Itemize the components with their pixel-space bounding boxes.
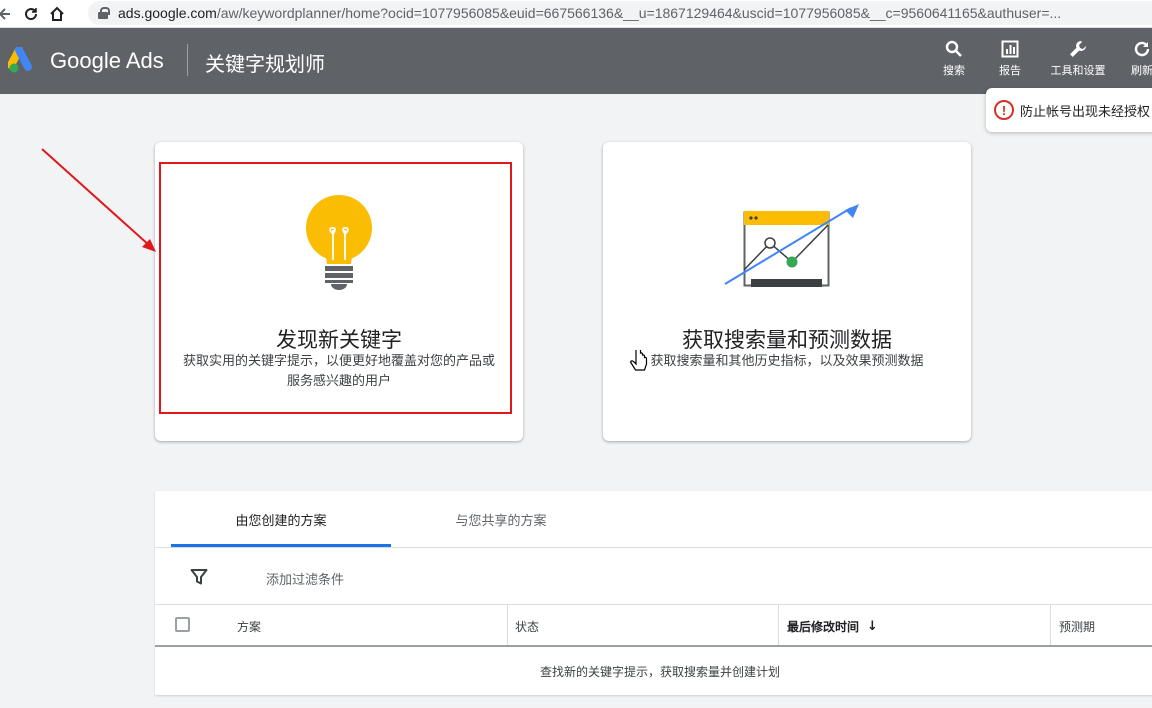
app-header: Google Ads 关键字规划师 搜索 报告 工具和设置 刷新: [0, 28, 1152, 94]
header-refresh-label: 刷新: [1131, 64, 1152, 77]
header-refresh-button[interactable]: 刷新: [1112, 38, 1152, 77]
tabs-divider: [155, 547, 1152, 548]
alert-text: 防止帐号出现未经授权: [1020, 104, 1151, 120]
header-search-button[interactable]: 搜索: [924, 38, 984, 77]
brand-name[interactable]: Google Ads: [50, 48, 164, 74]
header-tools-button[interactable]: 工具和设置: [1048, 38, 1108, 77]
column-header-last-modified[interactable]: 最后修改时间 ↓: [787, 605, 878, 647]
hand-cursor-icon: [630, 350, 648, 371]
home-icon[interactable]: [46, 3, 68, 25]
header-report-button[interactable]: 报告: [980, 38, 1040, 77]
page-title: 关键字规划师: [205, 52, 325, 76]
back-icon[interactable]: [0, 3, 16, 25]
browser-toolbar: ads.google.com/aw/keywordplanner/home?oc…: [0, 0, 1152, 28]
sort-descending-icon: ↓: [867, 618, 878, 634]
google-ads-logo-icon[interactable]: [8, 47, 38, 75]
url-text: ads.google.com/aw/keywordplanner/home?oc…: [118, 5, 1062, 21]
tab-shared-with-you[interactable]: 与您共享的方案: [391, 491, 611, 547]
header-tools-label: 工具和设置: [1050, 64, 1106, 77]
error-icon: !: [994, 100, 1014, 120]
column-divider: [1050, 605, 1051, 647]
wrench-icon: [1067, 38, 1089, 60]
reload-icon[interactable]: [20, 3, 42, 25]
empty-table-message: 查找新的关键字提示，获取搜索量并创建计划: [539, 665, 780, 679]
card-description: 获取实用的关键字提示，以便更好地覆盖对您的产品或服务感兴趣的用户: [182, 354, 495, 389]
column-header-plan[interactable]: 方案: [237, 605, 261, 647]
lock-icon: [98, 7, 110, 19]
search-icon: [943, 38, 965, 60]
search-volume-card[interactable]: 获取搜索量和预测数据 获取搜索量和其他历史指标，以及效果预测数据: [603, 142, 971, 441]
tab-created-by-you[interactable]: 由您创建的方案: [171, 491, 391, 547]
security-alert[interactable]: ! 防止帐号出现未经授权: [986, 88, 1152, 132]
report-icon: [999, 38, 1021, 60]
refresh-icon: [1131, 38, 1152, 60]
filter-icon[interactable]: [190, 568, 208, 586]
lightbulb-icon: [306, 195, 372, 290]
add-filter-button[interactable]: 添加过滤条件: [266, 569, 344, 588]
filter-divider: [155, 604, 1152, 605]
column-header-last-modified-label: 最后修改时间: [787, 619, 860, 634]
table-header-divider: [155, 645, 1152, 647]
column-divider: [778, 605, 779, 647]
trend-chart-icon: [724, 204, 859, 287]
column-header-forecast-period[interactable]: 预测期: [1059, 605, 1095, 647]
column-divider: [507, 605, 508, 647]
header-report-label: 报告: [999, 64, 1021, 77]
select-all-checkbox[interactable]: [175, 617, 190, 632]
card-description: 获取搜索量和其他历史指标，以及效果预测数据: [650, 354, 924, 369]
discover-keywords-card[interactable]: 发现新关键字 获取实用的关键字提示，以便更好地覆盖对您的产品或服务感兴趣的用户: [155, 142, 523, 441]
column-header-status[interactable]: 状态: [515, 605, 539, 647]
header-search-label: 搜索: [943, 64, 965, 77]
address-bar[interactable]: ads.google.com/aw/keywordplanner/home?oc…: [88, 1, 1152, 25]
header-divider: [187, 44, 188, 76]
card-title: 发现新关键字: [276, 328, 402, 352]
plans-panel: 由您创建的方案 与您共享的方案 添加过滤条件 方案 状态 最后修改时间 ↓ 预测…: [155, 491, 1152, 695]
card-title: 获取搜索量和预测数据: [682, 328, 892, 352]
